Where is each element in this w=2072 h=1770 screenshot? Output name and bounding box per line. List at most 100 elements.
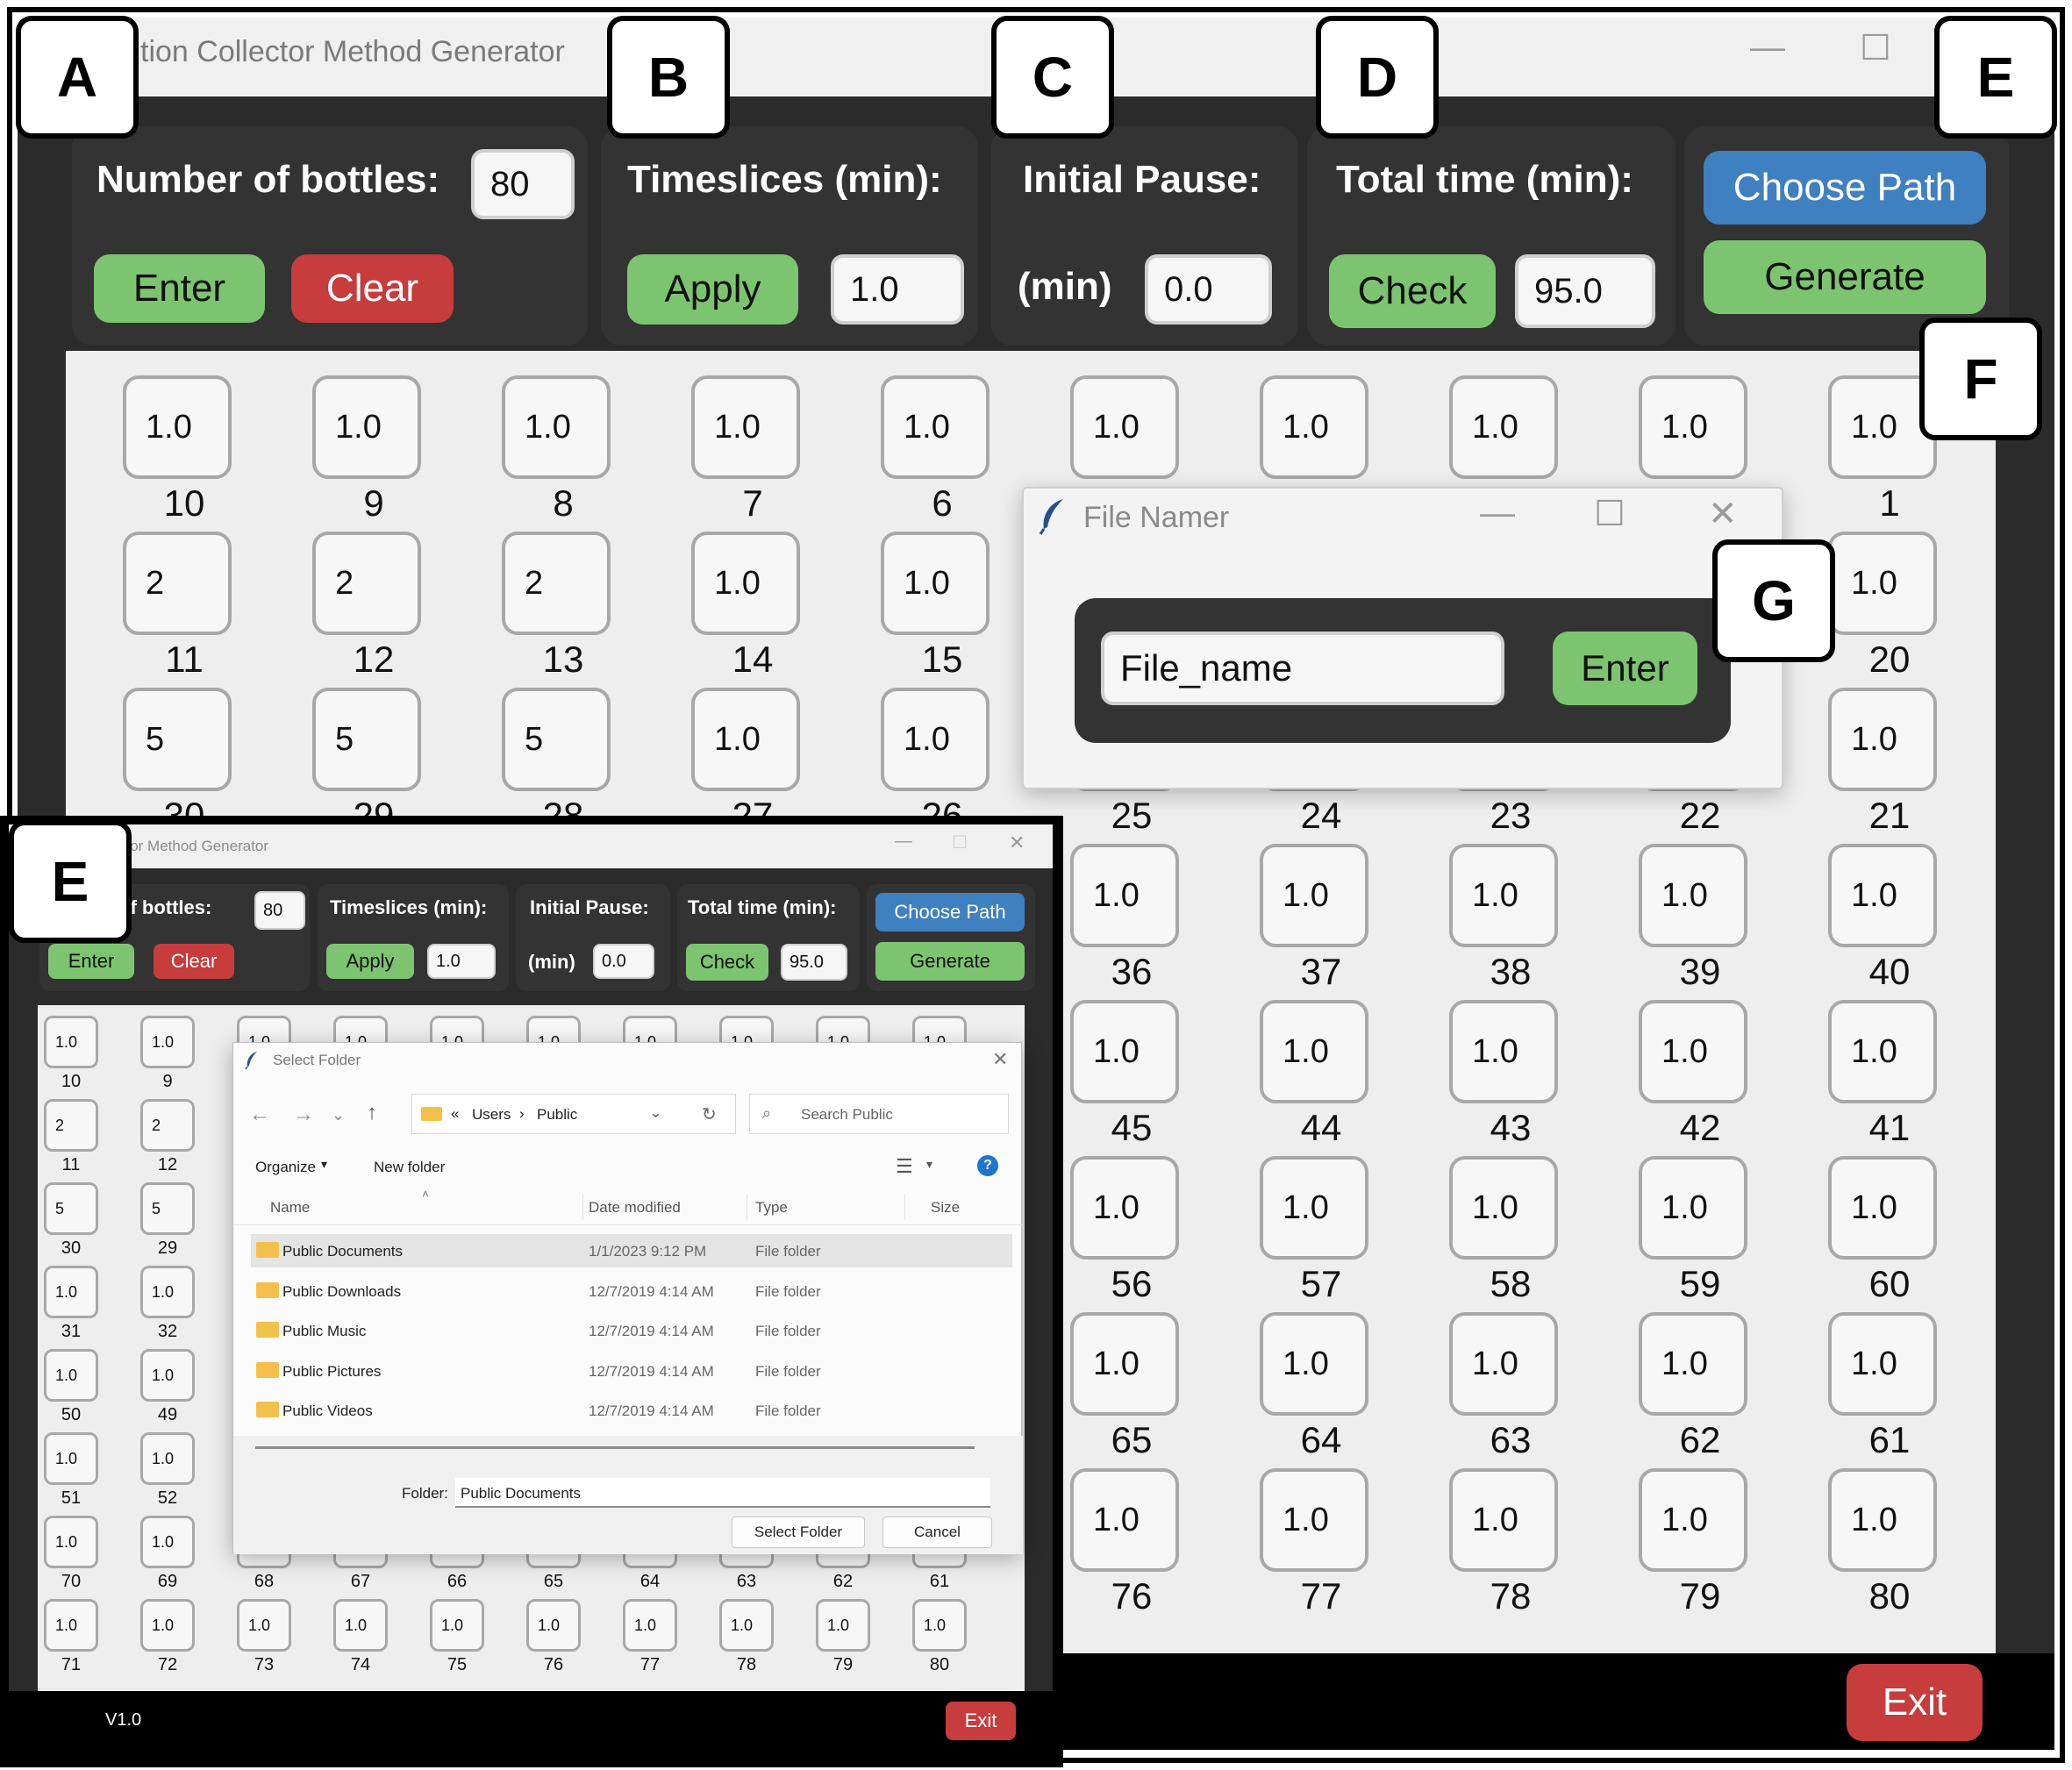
inset-bottle-time-input[interactable]: 1.0: [816, 1599, 870, 1652]
bottle-time-input[interactable]: 1.0: [881, 375, 990, 479]
file-namer-enter-button[interactable]: Enter: [1553, 632, 1697, 705]
bottle-time-input[interactable]: 5: [123, 688, 232, 791]
file-namer-close-icon[interactable]: ✕: [1708, 494, 1738, 534]
address-bar[interactable]: « Users › Public ⌄ ↻: [411, 1094, 736, 1134]
select-folder-close-icon[interactable]: ✕: [992, 1048, 1008, 1071]
total-time-input[interactable]: 95.0: [1515, 254, 1655, 328]
inset-bottle-time-input[interactable]: 1.0: [140, 1349, 195, 1402]
bottle-time-input[interactable]: 1.0: [881, 688, 990, 791]
up-arrow-icon[interactable]: ↑: [367, 1101, 377, 1125]
bottle-time-input[interactable]: 1.0: [1828, 1468, 1937, 1572]
bottle-time-input[interactable]: 1.0: [1639, 1156, 1747, 1260]
bottle-time-input[interactable]: 1.0: [1828, 532, 1937, 635]
column-type[interactable]: Type: [755, 1199, 788, 1217]
breadcrumb-public[interactable]: Public: [537, 1106, 577, 1124]
inset-bottle-time-input[interactable]: 1.0: [140, 1516, 195, 1568]
bottle-time-input[interactable]: 1.0: [1260, 844, 1368, 947]
bottle-time-input[interactable]: 1.0: [1070, 1468, 1179, 1572]
inset-bottle-time-input[interactable]: 1.0: [140, 1266, 195, 1318]
bottle-time-input[interactable]: 1.0: [1828, 1000, 1937, 1103]
bottle-time-input[interactable]: 1.0: [1260, 1000, 1368, 1103]
bottle-time-input[interactable]: 1.0: [1449, 1468, 1558, 1572]
inset-exit-button[interactable]: Exit: [946, 1702, 1016, 1740]
inset-bottle-time-input[interactable]: 1.0: [44, 1016, 98, 1068]
bottle-time-input[interactable]: 1.0: [691, 375, 800, 479]
bottle-time-input[interactable]: 5: [312, 688, 421, 791]
check-button[interactable]: Check: [1329, 254, 1496, 328]
inset-bottle-time-input[interactable]: 1.0: [912, 1599, 967, 1652]
inset-choose-path-button[interactable]: Choose Path: [875, 893, 1025, 931]
column-date[interactable]: Date modified: [589, 1199, 681, 1217]
inset-minimize-icon[interactable]: —: [895, 831, 912, 852]
inset-bottle-time-input[interactable]: 1.0: [526, 1599, 581, 1652]
bottle-time-input[interactable]: 1.0: [1070, 1312, 1179, 1416]
column-size[interactable]: Size: [931, 1199, 960, 1217]
inset-bottle-time-input[interactable]: 1.0: [44, 1266, 98, 1318]
bottle-time-input[interactable]: 1.0: [1260, 1312, 1368, 1416]
clear-button[interactable]: Clear: [291, 254, 454, 323]
timeslices-input[interactable]: 1.0: [831, 254, 964, 325]
bottle-time-input[interactable]: 1.0: [881, 532, 990, 635]
refresh-icon[interactable]: ↻: [702, 1103, 717, 1125]
inset-bottle-time-input[interactable]: 1.0: [140, 1599, 195, 1652]
bottle-time-input[interactable]: 1.0: [1070, 1156, 1179, 1260]
inset-bottle-time-input[interactable]: 2: [44, 1099, 98, 1152]
exit-button[interactable]: Exit: [1847, 1664, 1983, 1741]
inset-maximize-icon[interactable]: ☐: [952, 831, 968, 853]
inset-bottle-time-input[interactable]: 1.0: [140, 1016, 195, 1068]
help-icon[interactable]: ?: [977, 1155, 998, 1176]
file-namer-minimize-icon[interactable]: —: [1480, 494, 1515, 533]
bottles-input[interactable]: 80: [471, 149, 575, 219]
inset-bottle-time-input[interactable]: 1.0: [719, 1599, 774, 1652]
bottle-time-input[interactable]: 1.0: [691, 688, 800, 791]
bottle-time-input[interactable]: 1.0: [1639, 844, 1747, 947]
inset-bottle-time-input[interactable]: 1.0: [237, 1599, 291, 1652]
inset-bottle-time-input[interactable]: 1.0: [430, 1599, 484, 1652]
column-divider[interactable]: [582, 1194, 583, 1220]
bottle-time-input[interactable]: 1.0: [1639, 1468, 1747, 1572]
bottle-time-input[interactable]: 1.0: [1639, 1312, 1747, 1416]
inset-bottle-time-input[interactable]: 5: [44, 1182, 98, 1235]
file-row[interactable]: Public Downloads 12/7/2019 4:14 AM File …: [251, 1274, 1012, 1308]
minimize-icon[interactable]: —: [1750, 28, 1785, 68]
bottle-time-input[interactable]: 1.0: [1828, 844, 1937, 947]
inset-bottle-time-input[interactable]: 1.0: [44, 1599, 98, 1652]
bottle-time-input[interactable]: 1.0: [691, 532, 800, 635]
bottle-time-input[interactable]: 1.0: [1828, 1156, 1937, 1260]
recent-chevron-icon[interactable]: ⌄: [332, 1106, 345, 1124]
bottle-time-input[interactable]: 1.0: [1449, 1000, 1558, 1103]
inset-close-icon[interactable]: ✕: [1009, 831, 1025, 854]
inset-enter-button[interactable]: Enter: [48, 944, 134, 979]
apply-button[interactable]: Apply: [627, 254, 798, 325]
horizontal-scrollbar[interactable]: [255, 1446, 975, 1449]
inset-apply-button[interactable]: Apply: [326, 944, 414, 979]
bottle-time-input[interactable]: 5: [502, 688, 611, 791]
bottle-time-input[interactable]: 1.0: [1449, 1156, 1558, 1260]
inset-bottle-time-input[interactable]: 1.0: [44, 1432, 98, 1485]
inset-clear-button[interactable]: Clear: [154, 944, 234, 979]
bottle-time-input[interactable]: 1.0: [123, 375, 232, 479]
inset-bottle-time-input[interactable]: 5: [140, 1182, 195, 1235]
bottle-time-input[interactable]: 1.0: [1639, 375, 1747, 479]
inset-bottle-time-input[interactable]: 1.0: [333, 1599, 388, 1652]
bottle-time-input[interactable]: 1.0: [1639, 1000, 1747, 1103]
file-row[interactable]: Public Music 12/7/2019 4:14 AM File fold…: [251, 1314, 1012, 1347]
inset-bottle-time-input[interactable]: 2: [140, 1099, 195, 1152]
folder-input[interactable]: Public Documents: [455, 1478, 990, 1508]
generate-button[interactable]: Generate: [1704, 240, 1986, 314]
file-row[interactable]: Public Videos 12/7/2019 4:14 AM File fol…: [251, 1394, 1012, 1427]
back-arrow-icon[interactable]: ←: [249, 1103, 270, 1127]
bottle-time-input[interactable]: 1.0: [1449, 1312, 1558, 1416]
bottle-time-input[interactable]: 1.0: [1070, 375, 1179, 479]
bottle-time-input[interactable]: 1.0: [1449, 375, 1558, 479]
bottle-time-input[interactable]: 1.0: [1260, 375, 1368, 479]
select-folder-button[interactable]: Select Folder: [732, 1517, 865, 1548]
cancel-button[interactable]: Cancel: [882, 1517, 992, 1548]
maximize-icon[interactable]: ☐: [1860, 28, 1891, 68]
bottle-time-input[interactable]: 2: [123, 532, 232, 635]
bottle-time-input[interactable]: 1.0: [502, 375, 611, 479]
bottle-time-input[interactable]: 1.0: [1449, 844, 1558, 947]
inset-bottle-time-input[interactable]: 1.0: [623, 1599, 677, 1652]
bottle-time-input[interactable]: 2: [312, 532, 421, 635]
inset-bottle-time-input[interactable]: 1.0: [44, 1349, 98, 1402]
